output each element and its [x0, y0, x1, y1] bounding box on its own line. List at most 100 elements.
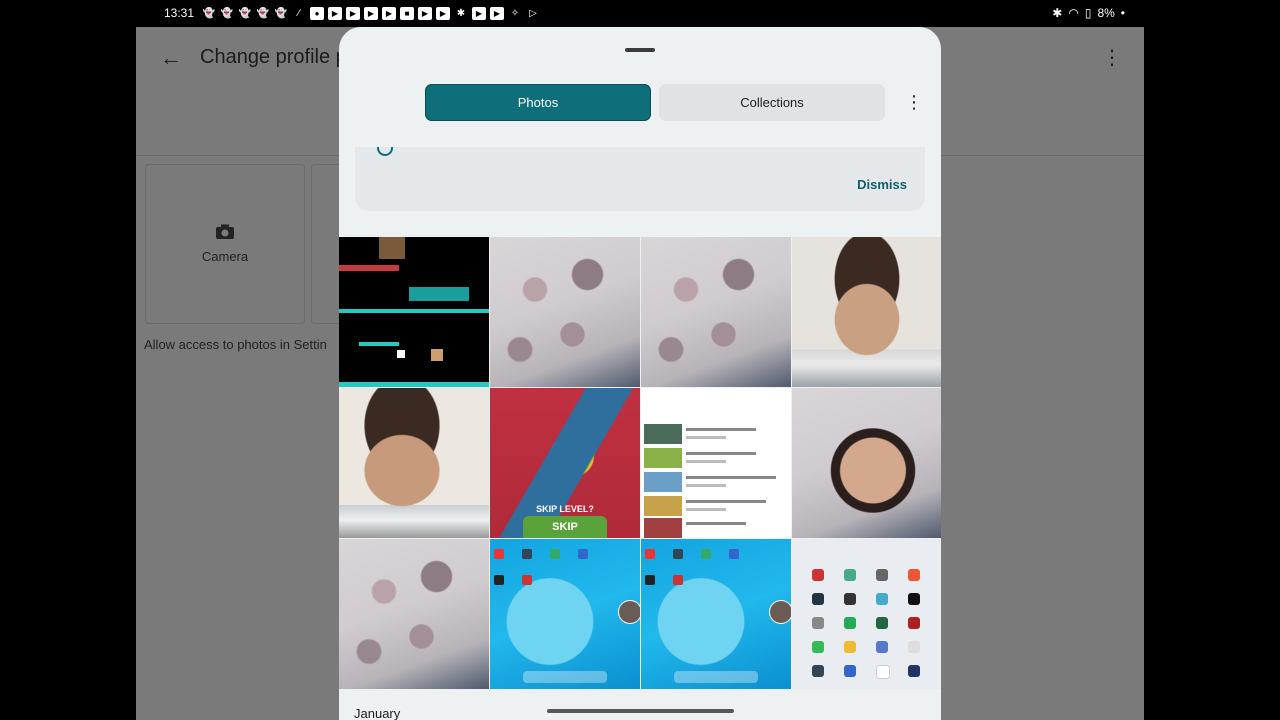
- photo-thumbnail-boy-funny-face[interactable]: [339, 388, 489, 538]
- status-bar: 13:31 👻 👻 👻 👻 👻 ⁄ ● ▶ ▶ ▶ ▶ ■ ▶ ▶ ✱ ▶ ▶ …: [0, 0, 1280, 27]
- assistant-icon: ✧: [510, 8, 520, 19]
- photo-thumbnail-skip-level[interactable]: SKIP LEVEL? SKIP: [490, 388, 640, 538]
- camera-tile[interactable]: Camera: [145, 164, 305, 324]
- video-meta-line: [686, 436, 726, 439]
- app-icon: [844, 569, 856, 581]
- youtube-icon: ▶: [364, 7, 378, 20]
- game-platform: [339, 309, 489, 313]
- snapchat-icon: 👻: [220, 8, 234, 19]
- video-thumb: [644, 472, 682, 492]
- video-row: [644, 496, 788, 516]
- notification-icons: 👻 👻 👻 👻 👻 ⁄ ● ▶ ▶ ▶ ▶ ■ ▶ ▶ ✱ ▶ ▶ ✧ ▷: [202, 7, 540, 20]
- camera-icon: [216, 224, 234, 239]
- app-icon: [908, 617, 920, 629]
- skip-level-prompt: SKIP LEVEL?: [536, 504, 594, 514]
- app-icon: ●: [310, 7, 324, 20]
- dot-icon: •: [1120, 6, 1125, 20]
- photo-thumbnail-pillow[interactable]: [641, 237, 791, 387]
- photo-thumbnail-tablet-home[interactable]: [641, 539, 791, 689]
- game-sprite: [379, 237, 405, 259]
- video-thumb: [644, 448, 682, 468]
- youtube-icon: ▶: [436, 7, 450, 20]
- snapchat-icon: 👻: [256, 8, 270, 19]
- app-icon: [908, 641, 920, 653]
- photo-thumbnail-youtube-list[interactable]: [641, 388, 791, 538]
- app-icon: [876, 593, 888, 605]
- app-icon: [645, 575, 655, 585]
- app-icon: [844, 641, 856, 653]
- magic-wand-icon: ⁄: [298, 8, 300, 19]
- dock: [523, 671, 607, 683]
- app-icon: [522, 575, 532, 585]
- video-row: [644, 518, 788, 538]
- photo-picker-sheet: Photos Collections ⋮ Dismiss SKIP LEVEL?…: [339, 27, 941, 720]
- overflow-menu-icon[interactable]: ⋮: [1102, 45, 1122, 70]
- photo-thumbnail-boy-smiling[interactable]: [792, 237, 941, 387]
- back-arrow-icon[interactable]: ←: [160, 45, 182, 71]
- tab-photos[interactable]: Photos: [425, 84, 651, 121]
- youtube-icon: ▶: [472, 7, 486, 20]
- info-card: Dismiss: [355, 147, 925, 211]
- app-icon: [522, 549, 532, 559]
- game-player: [397, 350, 405, 358]
- app-icon: [494, 549, 504, 559]
- app-icon: [876, 665, 890, 679]
- youtube-icon: ▶: [382, 7, 396, 20]
- photo-thumbnail-tablet-home[interactable]: [490, 539, 640, 689]
- permission-hint: Allow access to photos in Settin: [144, 337, 327, 352]
- game-wave: [409, 287, 469, 301]
- gesture-nav-bar[interactable]: [547, 709, 734, 713]
- game-platform: [359, 342, 399, 346]
- drag-handle[interactable]: [625, 48, 655, 52]
- game-bar: [339, 265, 399, 271]
- tab-collections[interactable]: Collections: [659, 84, 885, 121]
- youtube-icon: ▶: [418, 7, 432, 20]
- banner-icon: [377, 147, 393, 156]
- video-thumb: [644, 518, 682, 538]
- app-icon: [812, 641, 824, 653]
- app-icon: [908, 569, 920, 581]
- app-icon: [673, 575, 683, 585]
- photo-grid: SKIP LEVEL? SKIP: [339, 237, 941, 690]
- photo-thumbnail-boy-selfie[interactable]: [792, 388, 941, 538]
- app-icon: [812, 593, 824, 605]
- app-icon: [494, 575, 504, 585]
- app-icon: [908, 593, 920, 605]
- video-title-line: [686, 500, 766, 503]
- skip-button-image: SKIP: [523, 516, 607, 538]
- app-icon: [645, 549, 655, 559]
- play-store-icon: ▷: [529, 8, 537, 19]
- puzzle-icon: ✱: [456, 8, 466, 19]
- photo-thumbnail-app-drawer[interactable]: [792, 539, 941, 689]
- red-app-icon: ■: [400, 7, 414, 20]
- video-title-line: [686, 476, 776, 479]
- youtube-icon: ▶: [490, 7, 504, 20]
- video-row: [644, 448, 788, 468]
- app-icon: [812, 665, 824, 677]
- app-icon: [729, 549, 739, 559]
- bluetooth-icon: ✱: [1052, 6, 1063, 20]
- more-options-icon[interactable]: ⋮: [905, 91, 923, 113]
- system-icons: ✱ ◠ ▯ 8% •: [1052, 6, 1125, 20]
- video-meta-line: [686, 484, 726, 487]
- dismiss-button[interactable]: Dismiss: [857, 177, 907, 192]
- battery-icon: ▯: [1084, 6, 1092, 20]
- app-icon: [812, 569, 824, 581]
- video-title-line: [686, 452, 756, 455]
- photo-thumbnail-game[interactable]: [339, 237, 489, 387]
- video-meta-line: [686, 460, 726, 463]
- app-icon: [701, 549, 711, 559]
- game-enemy: [431, 349, 443, 361]
- snapchat-icon: 👻: [274, 8, 288, 19]
- app-icon: [844, 665, 856, 677]
- avatar: [769, 600, 791, 624]
- app-icon: [876, 641, 888, 653]
- app-icon: [876, 569, 888, 581]
- photo-thumbnail-pillow[interactable]: [490, 237, 640, 387]
- video-meta-line: [686, 508, 726, 511]
- app-icon: [908, 665, 920, 677]
- video-title-line: [686, 522, 746, 525]
- battery-level: 8%: [1097, 6, 1115, 20]
- photo-thumbnail-pillow[interactable]: [339, 539, 489, 689]
- app-icon: [550, 549, 560, 559]
